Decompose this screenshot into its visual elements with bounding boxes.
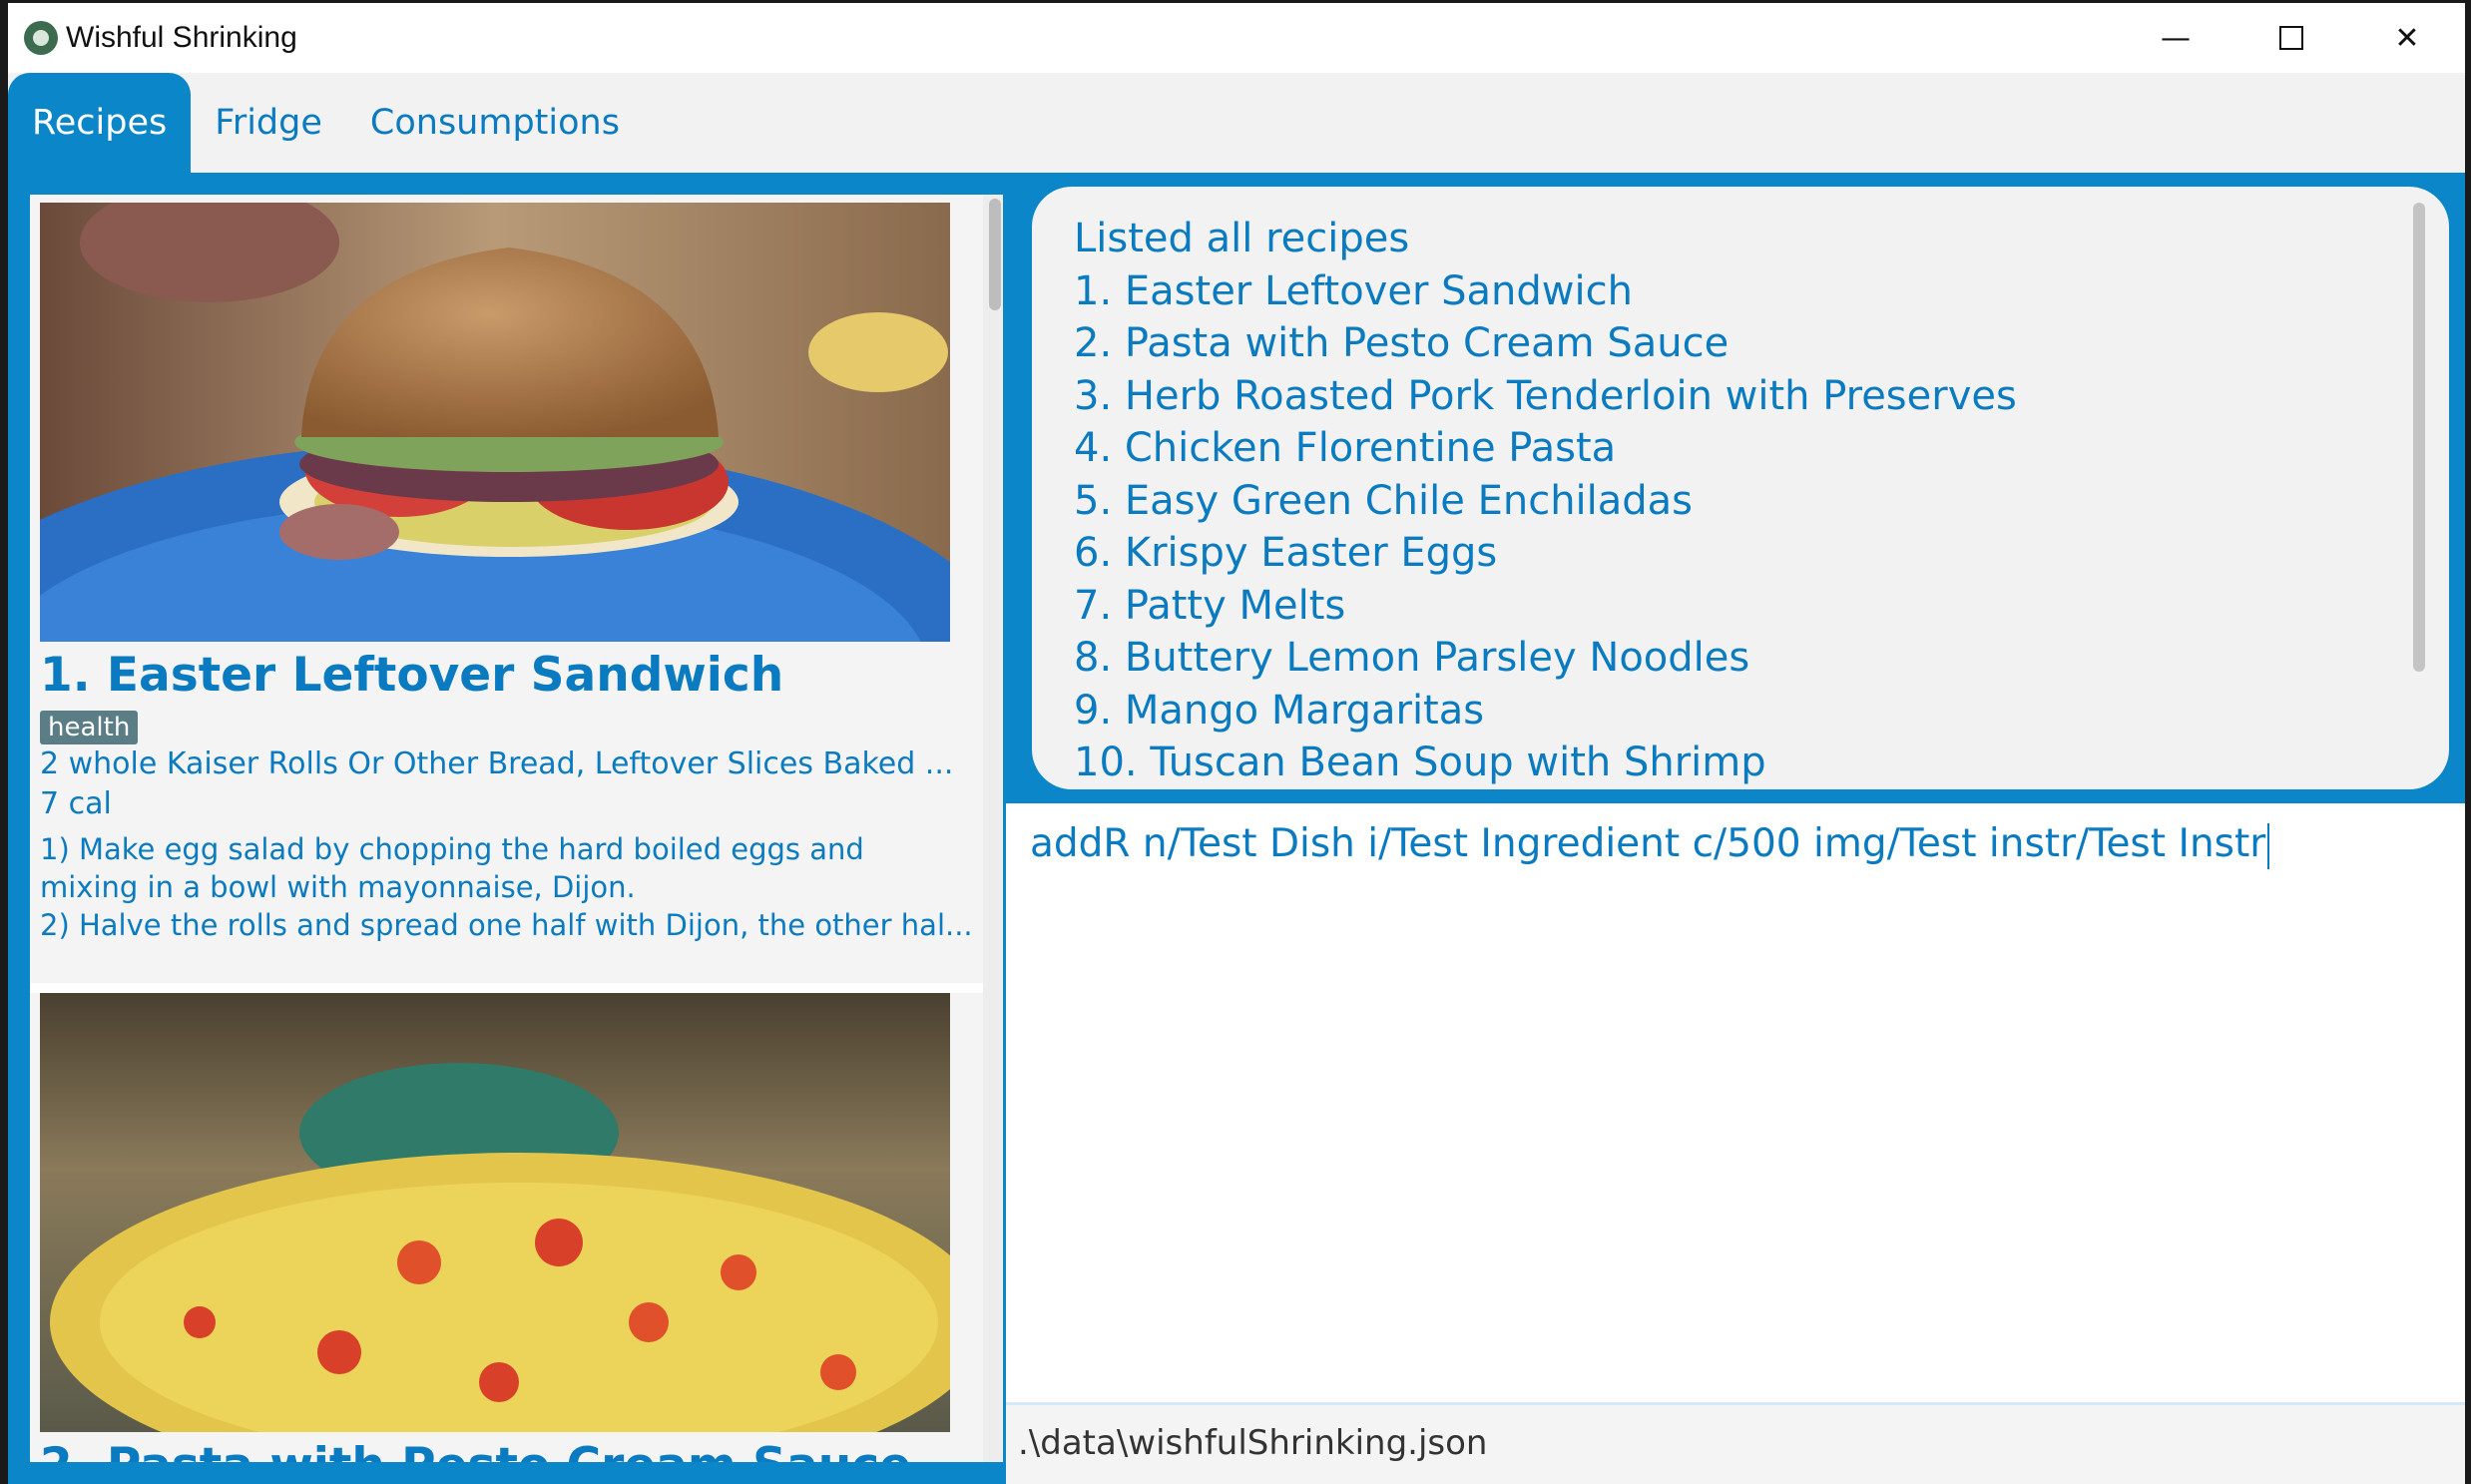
tab-consumptions[interactable]: Consumptions <box>346 73 644 173</box>
card-divider <box>30 983 993 993</box>
result-line: 10. Tuscan Bean Soup with Shrimp <box>1074 740 1766 785</box>
result-line: 1. Easter Leftover Sandwich <box>1074 267 1633 314</box>
app-window: Wishful Shrinking — ✕ Recipes Fridge Con… <box>8 3 2465 1484</box>
result-line: 9. Mango Margaritas <box>1074 687 1485 734</box>
window-title: Wishful Shrinking <box>66 21 297 54</box>
command-input[interactable]: addR n/Test Dish i/Test Ingredient c/500… <box>1030 821 2427 869</box>
result-line: 6. Krispy Easter Eggs <box>1074 530 1498 576</box>
data-file-path: .\data\wishfulShrinking.json <box>1018 1423 1488 1463</box>
tab-recipes[interactable]: Recipes <box>8 73 192 173</box>
recipe-title: 1. Easter Leftover Sandwich <box>40 648 784 703</box>
recipe-list-scrollbar[interactable] <box>983 195 1003 1462</box>
result-line: 2. Pasta with Pesto Cream Sauce <box>1074 320 1730 366</box>
maximize-icon <box>2279 26 2303 50</box>
recipe-image <box>40 203 950 642</box>
result-line: Listed all recipes <box>1074 216 1410 261</box>
result-line: 5. Easy Green Chile Enchiladas <box>1074 477 1694 524</box>
command-box[interactable]: addR n/Test Dish i/Test Ingredient c/500… <box>1006 803 2465 1402</box>
instruction-line: 1) Make egg salad by chopping the hard b… <box>40 832 864 866</box>
recipe-list-scroll-thumb[interactable] <box>989 199 1001 310</box>
close-icon: ✕ <box>2394 20 2420 56</box>
recipe-card[interactable]: 1. Easter Leftover Sandwich health 2 who… <box>40 203 974 981</box>
result-line: 8. Buttery Lemon Parsley Noodles <box>1074 635 1750 681</box>
result-line: 7. Patty Melts <box>1074 582 1346 629</box>
recipe-calories: 7 cal <box>40 786 112 821</box>
recipe-ingredients: 2 whole Kaiser Rolls Or Other Bread, Lef… <box>40 746 954 781</box>
recipe-instructions: 1) Make egg salad by chopping the hard b… <box>40 830 974 944</box>
recipe-card[interactable]: 2. Pasta with Pesto Cream Sauce <box>40 993 974 1462</box>
tab-bar: Recipes Fridge Consumptions <box>8 73 2465 173</box>
command-text: addR n/Test Dish i/Test Ingredient c/500… <box>1030 821 2266 866</box>
instruction-line: mixing in a bowl with mayonnaise, Dijon. <box>40 870 636 904</box>
app-logo-icon <box>24 21 58 55</box>
result-line: 3. Herb Roasted Pork Tenderloin with Pre… <box>1074 372 2017 419</box>
result-lines: Listed all recipes 1. Easter Leftover Sa… <box>1074 213 2017 789</box>
minimize-icon: — <box>2161 20 2191 56</box>
status-bar: .\data\wishfulShrinking.json <box>1006 1402 2465 1484</box>
recipe-tag: health <box>40 711 139 744</box>
recipe-title: 2. Pasta with Pesto Cream Sauce <box>40 1438 974 1462</box>
recipe-image <box>40 993 950 1432</box>
text-caret <box>2267 822 2270 869</box>
result-line: 4. Chicken Florentine Pasta <box>1074 425 1617 471</box>
close-button[interactable]: ✕ <box>2349 3 2465 73</box>
result-scrollbar[interactable] <box>2413 203 2425 672</box>
result-display: Listed all recipes 1. Easter Leftover Sa… <box>1032 187 2449 789</box>
title-bar: Wishful Shrinking — ✕ <box>8 3 2465 73</box>
tab-fridge[interactable]: Fridge <box>191 73 346 173</box>
recipe-list[interactable]: 1. Easter Leftover Sandwich health 2 who… <box>30 195 1003 1462</box>
window-controls: — ✕ <box>2118 3 2465 73</box>
instruction-line: 2) Halve the rolls and spread one half w… <box>40 908 973 942</box>
maximize-button[interactable] <box>2233 3 2349 73</box>
minimize-button[interactable]: — <box>2118 3 2233 73</box>
